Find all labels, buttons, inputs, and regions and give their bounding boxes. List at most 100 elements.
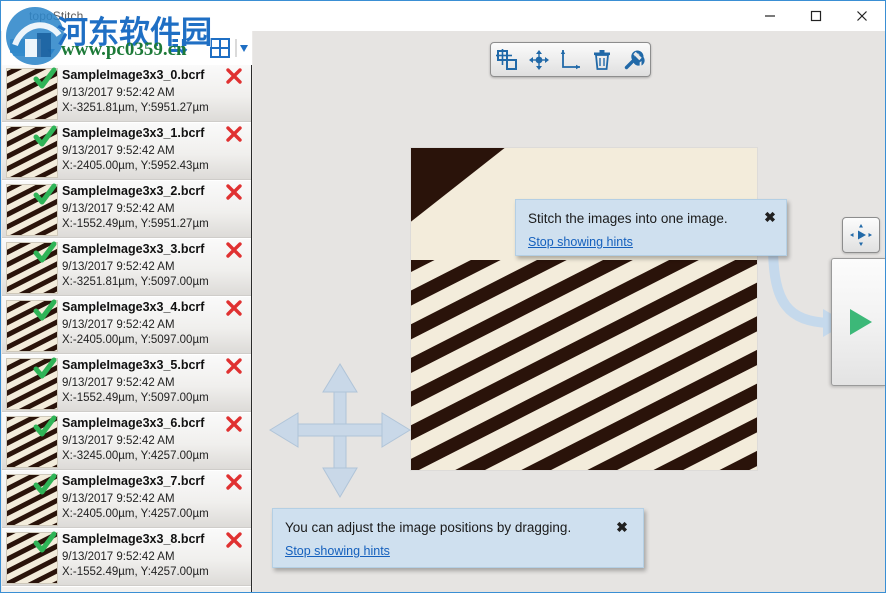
file-name: SampleImage3x3_6.bcrf <box>62 416 205 430</box>
file-list-item[interactable]: SampleImage3x3_3.bcrf 9/13/2017 9:52:42 A… <box>2 239 251 297</box>
stitched-image[interactable] <box>411 148 757 470</box>
file-timestamp: 9/13/2017 9:52:42 AM <box>62 261 175 273</box>
stitch-tile[interactable] <box>641 255 757 363</box>
file-list-item[interactable]: SampleImage3x3_8.bcrf 9/13/2017 9:52:42 A… <box>2 529 251 587</box>
add-images-button[interactable] <box>8 35 42 66</box>
file-coordinates: X:-1552.49µm, Y:5951.27µm <box>62 218 209 230</box>
remove-file-icon[interactable] <box>225 531 243 549</box>
remove-file-icon[interactable] <box>225 357 243 375</box>
sample-texture <box>411 362 527 470</box>
check-icon <box>32 241 58 265</box>
title-bar: topoStitch <box>1 1 885 31</box>
run-stitch-button[interactable] <box>831 258 885 386</box>
file-coordinates: X:-2405.00µm, Y:4257.00µm <box>62 508 209 520</box>
grid-layout-button[interactable] <box>208 36 232 65</box>
remove-file-icon[interactable] <box>225 473 243 491</box>
file-name: SampleImage3x3_5.bcrf <box>62 358 205 372</box>
file-name: SampleImage3x3_4.bcrf <box>62 300 205 314</box>
drag-arrows-icon <box>266 358 414 503</box>
stitch-toolbar <box>490 42 651 77</box>
file-list[interactable]: SampleImage3x3_0.bcrf 9/13/2017 9:52:42 A… <box>2 65 252 592</box>
file-list-item[interactable]: SampleImage3x3_2.bcrf 9/13/2017 9:52:42 A… <box>2 181 251 239</box>
stitch-tile[interactable] <box>411 255 527 363</box>
file-name: SampleImage3x3_3.bcrf <box>62 242 205 256</box>
file-timestamp: 9/13/2017 9:52:42 AM <box>62 551 175 563</box>
file-list-item[interactable]: SampleImage3x3_7.bcrf 9/13/2017 9:52:42 A… <box>2 471 251 529</box>
check-icon <box>32 415 58 439</box>
file-coordinates: X:-3251.81µm, Y:5951.27µm <box>62 102 209 114</box>
remove-file-icon[interactable] <box>225 183 243 201</box>
file-timestamp: 9/13/2017 9:52:42 AM <box>62 435 175 447</box>
file-list-item[interactable]: SampleImage3x3_4.bcrf 9/13/2017 9:52:42 A… <box>2 297 251 355</box>
stitch-canvas[interactable]: Stitch the images into one image. Stop s… <box>253 31 885 592</box>
file-list-item[interactable]: SampleImage3x3_6.bcrf 9/13/2017 9:52:42 A… <box>2 413 251 471</box>
delete-tool-icon[interactable] <box>588 47 616 73</box>
file-coordinates: X:-3251.81µm, Y:5097.00µm <box>62 276 209 288</box>
file-coordinates: X:-1552.49µm, Y:5097.00µm <box>62 392 209 404</box>
add-images-dropdown-icon[interactable] <box>46 43 56 61</box>
file-coordinates: X:-1552.49µm, Y:4257.00µm <box>62 566 209 578</box>
file-timestamp: 9/13/2017 9:52:42 AM <box>62 203 175 215</box>
grid-layout-dropdown-icon[interactable] <box>234 37 250 64</box>
check-icon <box>32 473 58 497</box>
axis-tool-icon[interactable] <box>556 47 584 73</box>
check-icon <box>32 531 58 555</box>
minimize-button[interactable] <box>747 1 793 31</box>
drag-hint: You can adjust the image positions by dr… <box>272 508 644 568</box>
file-coordinates: X:-2405.00µm, Y:5952.43µm <box>62 160 209 172</box>
stitch-tile[interactable] <box>526 362 642 470</box>
sample-texture <box>526 255 642 363</box>
file-name: SampleImage3x3_1.bcrf <box>62 126 205 140</box>
app-title: topoStitch <box>29 9 84 23</box>
file-list-item[interactable]: SampleImage3x3_1.bcrf 9/13/2017 9:52:42 A… <box>2 123 251 181</box>
stitch-tile[interactable] <box>641 362 757 470</box>
close-button[interactable] <box>839 1 885 31</box>
drag-hint-text: You can adjust the image positions by dr… <box>285 520 572 535</box>
file-name: SampleImage3x3_2.bcrf <box>62 184 205 198</box>
sample-texture <box>526 362 642 470</box>
file-name: SampleImage3x3_0.bcrf <box>62 68 205 82</box>
file-timestamp: 9/13/2017 9:52:42 AM <box>62 493 175 505</box>
check-icon <box>32 299 58 323</box>
file-list-item[interactable]: SampleImage3x3_5.bcrf 9/13/2017 9:52:42 A… <box>2 355 251 413</box>
window-controls <box>747 1 885 31</box>
remove-file-icon[interactable] <box>225 67 243 85</box>
sample-texture <box>411 255 527 363</box>
sample-texture <box>641 255 757 363</box>
file-timestamp: 9/13/2017 9:52:42 AM <box>62 145 175 157</box>
fit-to-view-button[interactable] <box>842 217 880 253</box>
file-name: SampleImage3x3_7.bcrf <box>62 474 205 488</box>
remove-file-icon[interactable] <box>225 415 243 433</box>
stitch-tile[interactable] <box>411 362 527 470</box>
drag-hint-close-icon[interactable]: ✖ <box>614 519 630 535</box>
drag-hint-stop-link[interactable]: Stop showing hints <box>285 544 390 558</box>
sample-texture <box>641 362 757 470</box>
settings-tool-icon[interactable] <box>620 47 648 73</box>
stitch-hint: Stitch the images into one image. Stop s… <box>515 199 787 256</box>
move-tool-icon[interactable] <box>525 47 553 73</box>
file-name: SampleImage3x3_8.bcrf <box>62 532 205 546</box>
align-tool-icon[interactable] <box>493 47 521 73</box>
remove-file-icon[interactable] <box>225 299 243 317</box>
stitch-hint-close-icon[interactable]: ✖ <box>762 209 778 225</box>
stitch-tile[interactable] <box>526 255 642 363</box>
check-icon <box>32 67 58 91</box>
file-timestamp: 9/13/2017 9:52:42 AM <box>62 87 175 99</box>
maximize-button[interactable] <box>793 1 839 31</box>
play-icon <box>850 309 872 335</box>
file-coordinates: X:-2405.00µm, Y:5097.00µm <box>62 334 209 346</box>
file-coordinates: X:-3245.00µm, Y:4257.00µm <box>62 450 209 462</box>
remove-file-icon[interactable] <box>225 241 243 259</box>
check-icon <box>32 125 58 149</box>
check-icon <box>32 357 58 381</box>
file-list-item[interactable]: SampleImage3x3_0.bcrf 9/13/2017 9:52:42 A… <box>2 65 251 123</box>
file-timestamp: 9/13/2017 9:52:42 AM <box>62 377 175 389</box>
move-right-icon <box>850 224 872 246</box>
file-timestamp: 9/13/2017 9:52:42 AM <box>62 319 175 331</box>
remove-file-icon[interactable] <box>225 125 243 143</box>
sort-button[interactable] <box>166 36 190 65</box>
check-icon <box>32 183 58 207</box>
stitch-hint-stop-link[interactable]: Stop showing hints <box>528 235 633 249</box>
stitch-hint-text: Stitch the images into one image. <box>528 211 728 226</box>
left-toolbar <box>2 31 252 65</box>
